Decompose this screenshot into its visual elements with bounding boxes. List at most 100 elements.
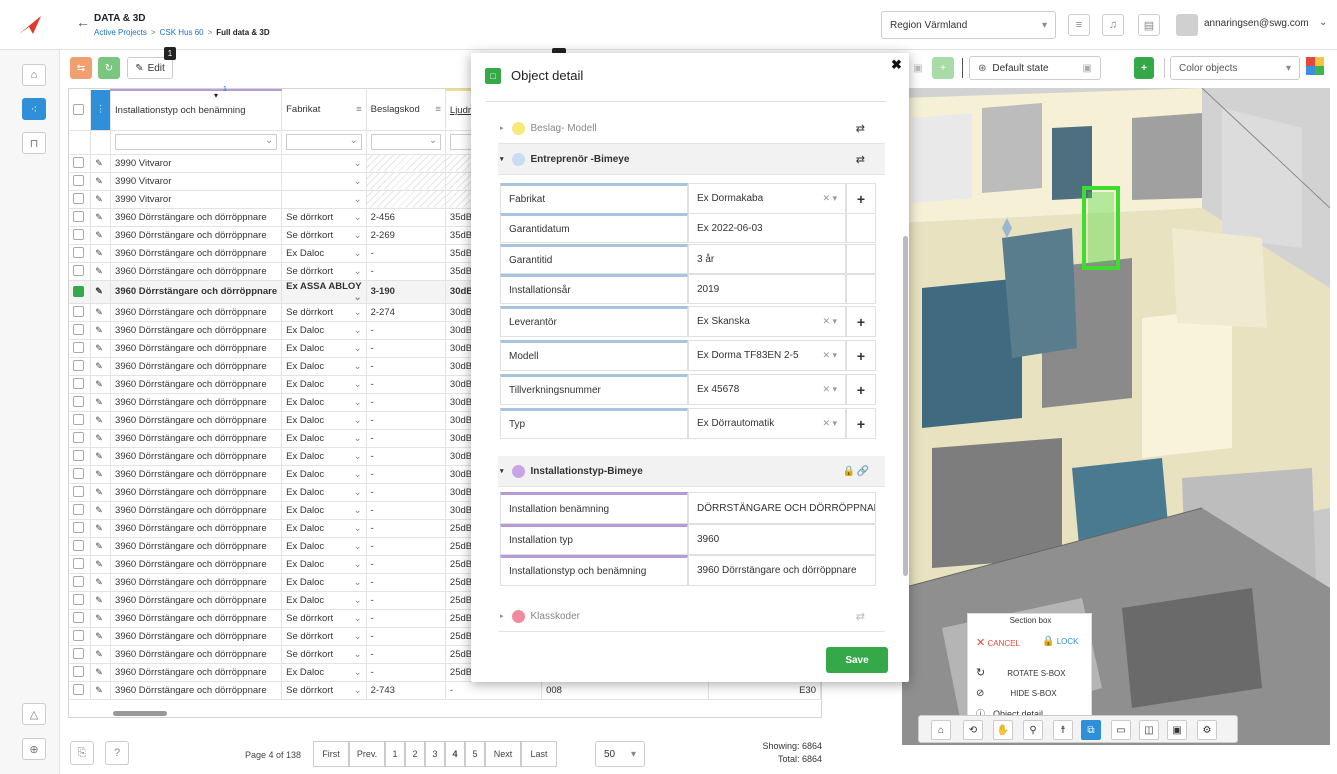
- cell-installationstyp[interactable]: 3960 Dörrstängare och dörröppnare: [110, 280, 283, 304]
- row-checkbox[interactable]: [69, 645, 92, 664]
- cell-beslagskod[interactable]: [366, 190, 446, 209]
- edit-row-icon[interactable]: ✎: [90, 573, 112, 592]
- color-palette-icon[interactable]: [1306, 57, 1324, 75]
- edit-row-icon[interactable]: ✎: [90, 555, 112, 574]
- cell-beslagskod[interactable]: -: [366, 447, 446, 466]
- edit-row-icon[interactable]: ✎: [90, 465, 112, 484]
- chevron-down-icon[interactable]: ⌄: [354, 325, 362, 336]
- field-select[interactable]: Ex Dörrautomatik ✕ ▾: [688, 408, 846, 439]
- breadcrumb-link-project[interactable]: CSK Hus 60: [160, 28, 204, 37]
- cell-installationstyp[interactable]: 3960 Dörrstängare och dörröppnare: [110, 555, 283, 574]
- cell-installationstyp[interactable]: 3960 Dörrstängare och dörröppnare: [110, 393, 283, 412]
- row-checkbox[interactable]: [69, 627, 92, 646]
- cell-beslagskod[interactable]: -: [366, 627, 446, 646]
- cell-installationstyp[interactable]: 3990 Vitvaror: [110, 172, 283, 191]
- edit-row-icon[interactable]: ✎: [90, 501, 112, 520]
- section-installationstyp[interactable]: ▾ Installationstyp-Bimeye 🔒 🔗: [498, 456, 885, 487]
- row-checkbox[interactable]: [69, 280, 92, 304]
- chevron-down-icon[interactable]: ⌄: [354, 505, 362, 516]
- field-input[interactable]: 3 år: [688, 244, 846, 274]
- cell-extra[interactable]: 008: [541, 681, 709, 700]
- app-logo[interactable]: [0, 0, 60, 50]
- cell-installationstyp[interactable]: 3960 Dörrstängare och dörröppnare: [110, 519, 283, 538]
- cell-installationstyp[interactable]: 3960 Dörrstängare och dörröppnare: [110, 429, 283, 448]
- row-checkbox[interactable]: [69, 609, 92, 628]
- field-select[interactable]: Ex Skanska ✕ ▾: [688, 306, 846, 337]
- chevron-down-icon[interactable]: ⌄: [1319, 17, 1327, 28]
- cell-beslagskod[interactable]: -: [366, 537, 446, 556]
- cell-fabrikat[interactable]: Ex Daloc ⌄: [281, 519, 367, 538]
- save-button[interactable]: Save: [826, 647, 888, 673]
- cell-beslagskod[interactable]: [366, 172, 446, 191]
- field-select[interactable]: Ex Dormakaba ✕ ▾: [688, 183, 846, 214]
- cell-beslagskod[interactable]: 3-190: [366, 280, 446, 304]
- save-icon[interactable]: ▣: [1083, 63, 1092, 74]
- cell-installationstyp[interactable]: 3960 Dörrstängare och dörröppnare: [110, 339, 283, 358]
- cell-fabrikat[interactable]: Ex Daloc ⌄: [281, 375, 367, 394]
- cell-installationstyp[interactable]: 3960 Dörrstängare och dörröppnare: [110, 447, 283, 466]
- cell-beslagskod[interactable]: -: [366, 465, 446, 484]
- section-klasskoder[interactable]: ▸ Klasskoder ⇄: [498, 601, 885, 632]
- cell-fabrikat[interactable]: Ex Daloc ⌄: [281, 393, 367, 412]
- row-checkbox[interactable]: [69, 681, 92, 700]
- edit-row-icon[interactable]: ✎: [90, 609, 112, 628]
- edit-row-icon[interactable]: ✎: [90, 262, 112, 281]
- cell-installationstyp[interactable]: 3960 Dörrstängare och dörröppnare: [110, 483, 283, 502]
- row-checkbox[interactable]: [69, 208, 92, 227]
- field-input[interactable]: 3960: [688, 524, 876, 555]
- cell-beslagskod[interactable]: 2-743: [366, 681, 446, 700]
- cell-beslagskod[interactable]: -: [366, 339, 446, 358]
- measure-icon[interactable]: ◫: [1139, 720, 1159, 740]
- column-header-fabrikat[interactable]: Fabrikat ≡: [281, 90, 367, 131]
- row-checkbox[interactable]: [69, 411, 92, 430]
- edit-row-icon[interactable]: ✎: [90, 627, 112, 646]
- globe-icon[interactable]: ⊕: [22, 738, 46, 760]
- field-select[interactable]: Ex 45678 ✕ ▾: [688, 374, 846, 405]
- cell-fabrikat[interactable]: Ex Daloc ⌄: [281, 501, 367, 520]
- add-state-button[interactable]: +: [1134, 57, 1154, 79]
- section-box-icon[interactable]: ⧉: [1081, 720, 1101, 740]
- row-checkbox[interactable]: [69, 483, 92, 502]
- filter-icon[interactable]: ≡: [435, 104, 441, 115]
- row-checkbox[interactable]: [69, 303, 92, 322]
- cell-beslagskod[interactable]: -: [366, 555, 446, 574]
- chevron-down-icon[interactable]: ⌄: [354, 523, 362, 534]
- chevron-down-icon[interactable]: ⌄: [354, 397, 362, 408]
- cell-beslagskod[interactable]: -: [366, 645, 446, 664]
- cell-fabrikat[interactable]: Se dörrkort ⌄: [281, 303, 367, 322]
- chevron-down-icon[interactable]: ⌄: [354, 343, 362, 354]
- filter-icon[interactable]: ≡: [356, 104, 362, 115]
- chevron-down-icon[interactable]: ⌄: [354, 577, 362, 588]
- edit-row-icon[interactable]: ✎: [90, 411, 112, 430]
- chevron-down-icon[interactable]: ⌄: [354, 667, 362, 678]
- field-input[interactable]: DÖRRSTÄNGARE OCH DÖRRÖPPNARE: [688, 492, 876, 524]
- pager-page-button[interactable]: 5: [465, 741, 485, 767]
- sort-arrow-icon[interactable]: ▾: [214, 91, 218, 100]
- chevron-down-icon[interactable]: ⌄: [354, 613, 362, 624]
- edit-row-icon[interactable]: ✎: [90, 537, 112, 556]
- cell-beslagskod[interactable]: -: [366, 429, 446, 448]
- cell-fabrikat[interactable]: Ex Daloc ⌄: [281, 483, 367, 502]
- chevron-down-icon[interactable]: ⌄: [354, 292, 362, 303]
- chevron-down-icon[interactable]: ⌄: [354, 361, 362, 372]
- field-input[interactable]: 2019: [688, 274, 846, 304]
- edit-row-icon[interactable]: ✎: [90, 208, 112, 227]
- building-icon[interactable]: ⌂: [22, 64, 46, 86]
- lock-icon[interactable]: 🔒: [843, 466, 855, 477]
- cell-installationstyp[interactable]: 3960 Dörrstängare och dörröppnare: [110, 663, 283, 682]
- edit-row-icon[interactable]: ✎: [90, 339, 112, 358]
- cell-fabrikat[interactable]: ⌄: [281, 172, 367, 191]
- cell-fabrikat[interactable]: Se dörrkort ⌄: [281, 645, 367, 664]
- pager-page-button[interactable]: 3: [425, 741, 445, 767]
- section-beslag-modell[interactable]: ▸ Beslag- Modell ⇄: [498, 113, 885, 144]
- cell-fabrikat[interactable]: Ex Daloc ⌄: [281, 573, 367, 592]
- avatar[interactable]: [1176, 14, 1198, 36]
- edit-row-icon[interactable]: ✎: [90, 519, 112, 538]
- edit-row-icon[interactable]: ✎: [90, 357, 112, 376]
- cell-fabrikat[interactable]: Se dörrkort ⌄: [281, 262, 367, 281]
- cell-fabrikat[interactable]: Se dörrkort ⌄: [281, 609, 367, 628]
- cell-installationstyp[interactable]: 3960 Dörrstängare och dörröppnare: [110, 501, 283, 520]
- chevron-down-icon[interactable]: ⌄: [354, 212, 362, 223]
- cell-beslagskod[interactable]: 2-274: [366, 303, 446, 322]
- select-all-checkbox[interactable]: [69, 90, 92, 131]
